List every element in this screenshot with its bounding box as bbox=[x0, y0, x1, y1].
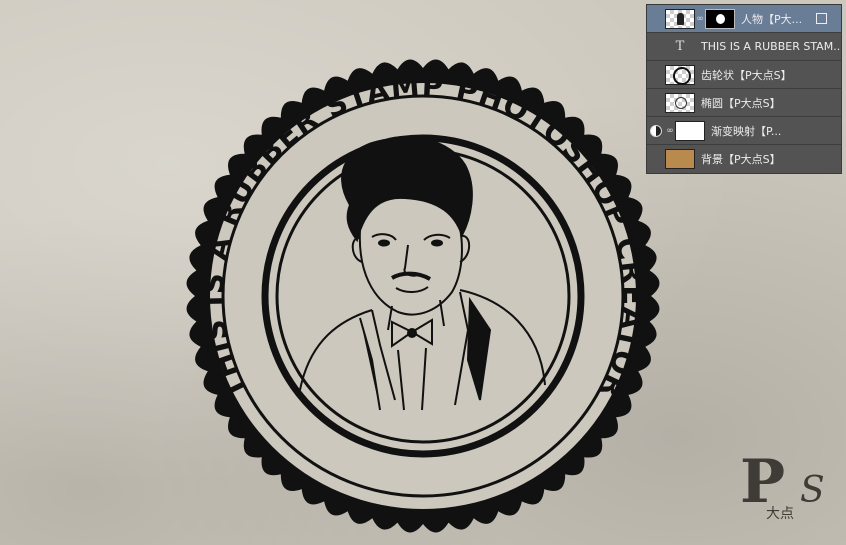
layer-name: THIS IS A RUBBER STAM... bbox=[701, 40, 841, 53]
link-icon[interactable]: ∞ bbox=[665, 126, 675, 136]
layer-name: 背景【P大点S】 bbox=[701, 153, 781, 166]
layer-name: 齿轮状【P大点S】 bbox=[701, 68, 792, 82]
visibility-toggle[interactable] bbox=[647, 89, 665, 117]
text-layer-icon: T bbox=[675, 39, 685, 54]
layer-mask-icon[interactable] bbox=[705, 8, 735, 29]
layer-name: 渐变映射【P... bbox=[711, 124, 782, 138]
adjustment-mask-icon[interactable] bbox=[675, 120, 705, 141]
layer-gradient-map[interactable]: ∞ 渐变映射【P... bbox=[647, 117, 841, 145]
ellipse-thumbnail-icon bbox=[665, 92, 695, 113]
gear-thumbnail-icon bbox=[665, 64, 695, 85]
layer-person[interactable]: ∞ 人物【P大... bbox=[647, 5, 841, 33]
smart-object-icon bbox=[816, 13, 827, 24]
layers-panel: ∞ 人物【P大... T THIS IS A RUBBER STAM... 齿轮… bbox=[646, 4, 842, 174]
visibility-toggle[interactable] bbox=[647, 33, 665, 61]
layer-gear[interactable]: 齿轮状【P大点S】 bbox=[647, 61, 841, 89]
svg-text:S: S bbox=[800, 470, 825, 511]
layer-ellipse[interactable]: 椭圆【P大点S】 bbox=[647, 89, 841, 117]
layer-background[interactable]: 背景【P大点S】 bbox=[647, 145, 841, 173]
ps-watermark-logo: P 大点 S bbox=[740, 447, 825, 522]
person-thumbnail-icon bbox=[665, 8, 695, 29]
layer-text[interactable]: T THIS IS A RUBBER STAM... bbox=[647, 33, 841, 61]
adjustment-layer-icon bbox=[647, 124, 665, 137]
svg-text:大点: 大点 bbox=[766, 506, 794, 522]
paper-texture-thumbnail-icon bbox=[665, 149, 695, 169]
layer-name: 椭圆【P大点S】 bbox=[701, 96, 781, 110]
visibility-toggle[interactable] bbox=[647, 61, 665, 89]
visibility-toggle[interactable] bbox=[647, 5, 665, 33]
link-icon[interactable]: ∞ bbox=[695, 14, 705, 24]
visibility-toggle[interactable] bbox=[647, 145, 665, 173]
